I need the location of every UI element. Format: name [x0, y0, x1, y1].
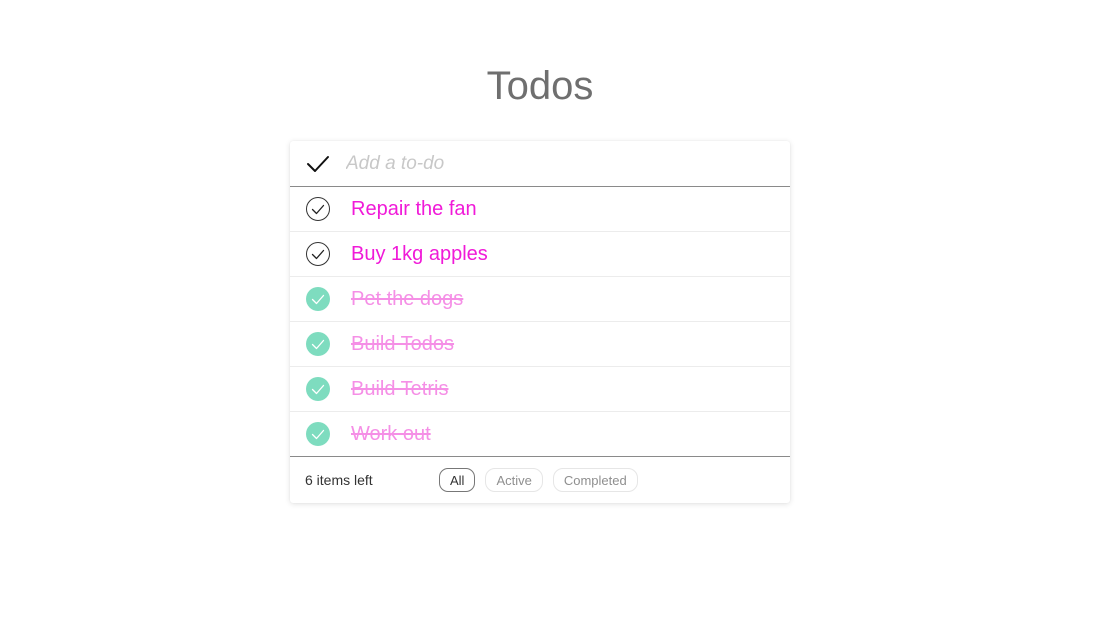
toggle-all-button[interactable] — [290, 141, 346, 187]
todo-list: Repair the fan Buy 1kg apples Pet the dogs… — [290, 187, 790, 457]
todo-text: Work out — [351, 423, 431, 445]
check-circle-icon[interactable] — [306, 332, 330, 356]
todo-card: Repair the fan Buy 1kg apples Pet the dogs… — [290, 141, 790, 503]
todo-item[interactable]: Buy 1kg apples — [290, 232, 790, 277]
checkmark-icon — [307, 155, 329, 172]
todo-item[interactable]: Pet the dogs — [290, 277, 790, 322]
check-circle-icon[interactable] — [306, 422, 330, 446]
todo-text: Buy 1kg apples — [351, 243, 488, 265]
todo-text: Build Todos — [351, 333, 455, 355]
new-todo-input[interactable] — [346, 143, 790, 184]
todo-text: Pet the dogs — [351, 288, 464, 310]
check-circle-icon[interactable] — [306, 287, 330, 311]
check-circle-icon[interactable] — [306, 242, 330, 266]
filter-all-button[interactable]: All — [439, 468, 476, 492]
todo-app: Todos Repair the fan Buy 1kg apples Pet th… — [0, 0, 1099, 639]
new-todo-row — [290, 141, 790, 187]
todo-text: Repair the fan — [351, 198, 477, 220]
check-circle-icon[interactable] — [306, 377, 330, 401]
page-title: Todos — [486, 64, 594, 108]
todo-item[interactable]: Work out — [290, 412, 790, 457]
todo-text: Build Tetris — [351, 378, 449, 400]
check-circle-icon[interactable] — [306, 197, 330, 221]
filter-group: All Active Completed — [439, 468, 638, 492]
todo-item[interactable]: Build Tetris — [290, 367, 790, 412]
todo-footer: 6 items left All Active Completed — [290, 457, 790, 503]
items-left-count: 6 items left — [305, 472, 373, 488]
filter-active-button[interactable]: Active — [485, 468, 543, 492]
todo-item[interactable]: Build Todos — [290, 322, 790, 367]
filter-completed-button[interactable]: Completed — [552, 468, 638, 492]
todo-item[interactable]: Repair the fan — [290, 187, 790, 232]
